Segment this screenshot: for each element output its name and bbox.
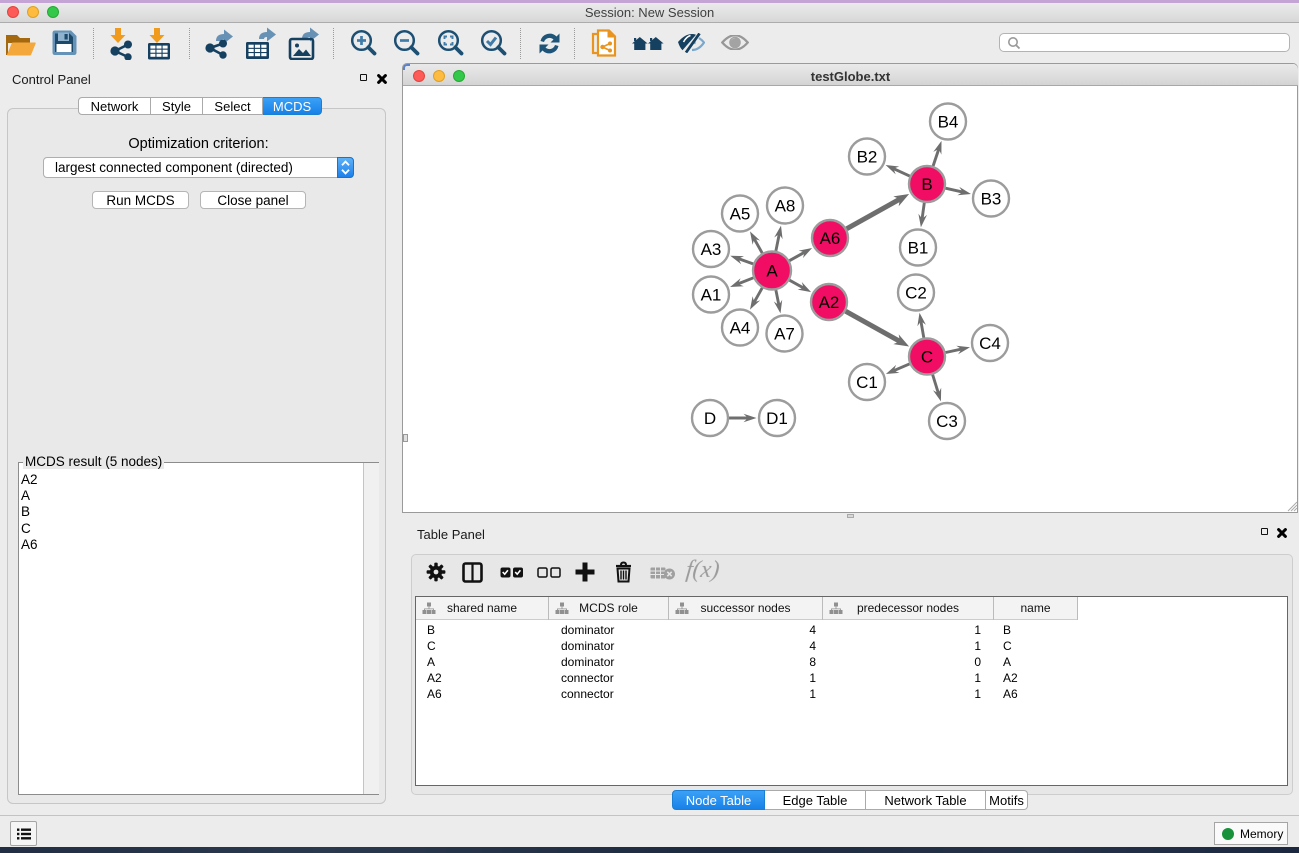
- svg-text:C2: C2: [905, 284, 927, 303]
- svg-text:C: C: [921, 348, 933, 367]
- svg-text:A8: A8: [775, 197, 796, 216]
- svg-text:C3: C3: [936, 412, 958, 431]
- svg-text:A7: A7: [774, 325, 795, 344]
- svg-text:C1: C1: [856, 373, 878, 392]
- svg-text:A5: A5: [730, 205, 751, 224]
- svg-text:B3: B3: [981, 190, 1002, 209]
- svg-text:A: A: [766, 262, 778, 281]
- svg-text:B2: B2: [857, 148, 878, 167]
- svg-text:B: B: [921, 175, 932, 194]
- svg-text:A6: A6: [820, 229, 841, 248]
- svg-text:A1: A1: [701, 286, 722, 305]
- svg-text:A2: A2: [819, 293, 840, 312]
- svg-text:B4: B4: [938, 113, 959, 132]
- svg-text:C4: C4: [979, 334, 1001, 353]
- svg-text:A4: A4: [730, 319, 751, 338]
- svg-text:D1: D1: [766, 409, 788, 428]
- svg-text:D: D: [704, 409, 716, 428]
- svg-text:B1: B1: [908, 239, 929, 258]
- svg-text:A3: A3: [701, 240, 722, 259]
